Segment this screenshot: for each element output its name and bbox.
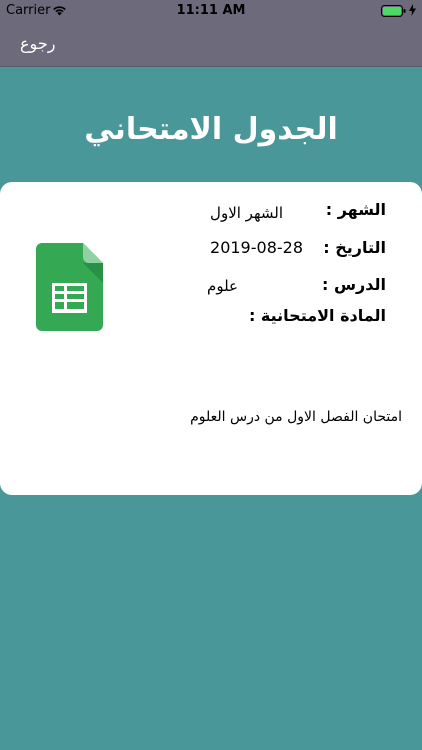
back-button[interactable]: رجوع	[20, 34, 55, 53]
spreadsheet-icon	[36, 243, 103, 331]
charging-bolt-icon	[409, 4, 416, 16]
navigation-bar: رجوع	[0, 22, 422, 67]
battery-icon	[381, 5, 406, 17]
month-label: الشهر :	[325, 200, 386, 219]
exam-description: امتحان الفصل الاول من درس العلوم	[190, 409, 402, 425]
subject-label: المادة الامتحانية :	[248, 306, 386, 325]
date-label: التاريخ :	[323, 238, 386, 257]
lesson-value: علوم	[207, 277, 238, 295]
exam-card: الشهر : الشهر الاول التاريخ : 2019-08-28…	[0, 182, 422, 495]
lesson-label: الدرس :	[322, 275, 386, 294]
status-bar: Carrier 11:11 AM	[0, 0, 422, 22]
date-value: 2019-08-28	[210, 238, 303, 257]
month-value: الشهر الاول	[210, 204, 283, 222]
page-title: الجدول الامتحاني	[84, 112, 338, 147]
clock-label: 11:11 AM	[176, 3, 246, 18]
